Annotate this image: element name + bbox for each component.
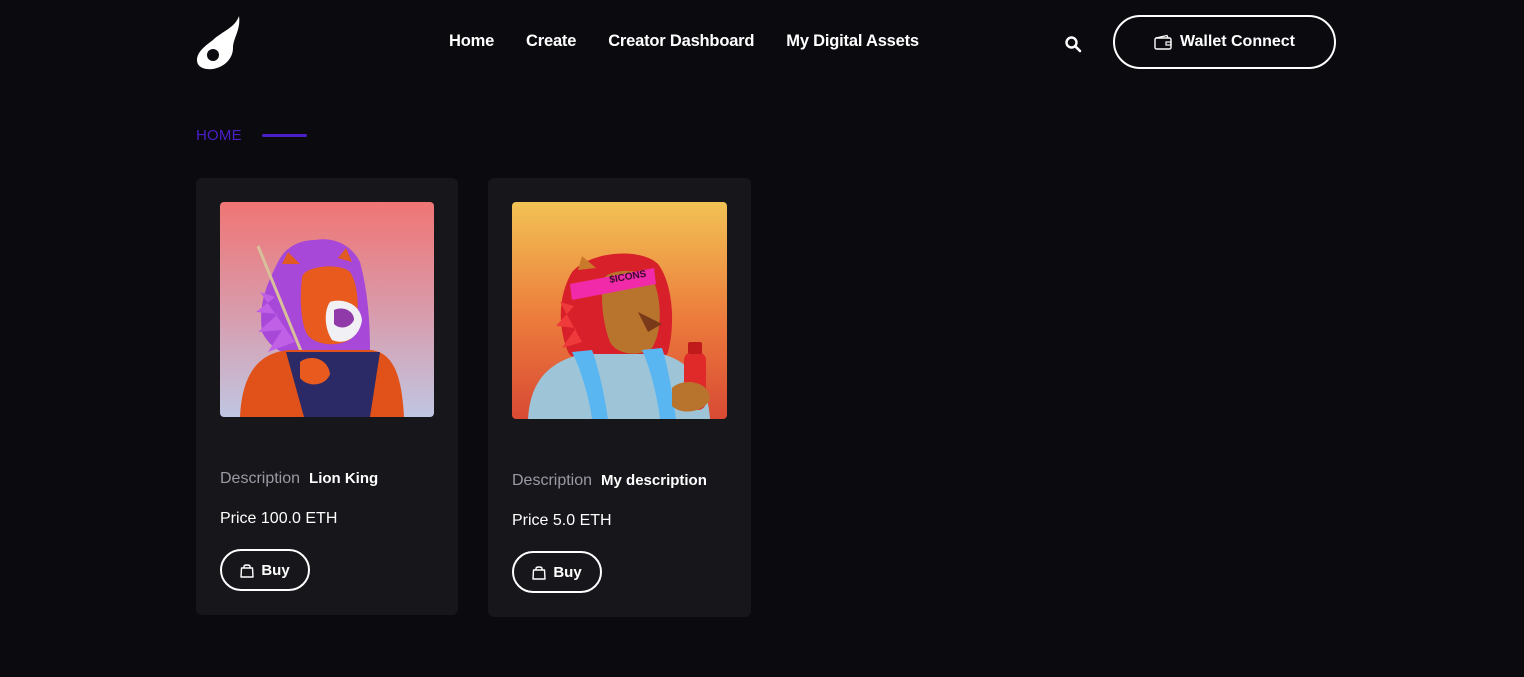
wallet-icon [1154, 34, 1172, 50]
buy-button[interactable]: Buy [512, 551, 602, 593]
buy-button[interactable]: Buy [220, 549, 310, 591]
search-icon [1065, 36, 1082, 53]
description-value: Lion King [309, 470, 379, 487]
buy-label: Buy [261, 561, 290, 579]
price-text: Price 5.0 ETH [512, 512, 612, 529]
nft-card: Description Lion King Price 100.0 ETH Bu… [196, 178, 458, 615]
main-nav: Home Create Creator Dashboard My Digital… [449, 31, 919, 51]
nav-my-digital-assets[interactable]: My Digital Assets [786, 31, 919, 51]
description-row: Description Lion King [220, 470, 378, 488]
description-label: Description [220, 470, 301, 487]
shopping-bag-icon [240, 563, 255, 578]
wallet-connect-button[interactable]: Wallet Connect [1113, 15, 1336, 69]
nav-create[interactable]: Create [526, 31, 576, 51]
description-row: Description My description [512, 472, 707, 490]
description-value: My description [601, 472, 707, 489]
description-label: Description [512, 472, 593, 489]
buy-label: Buy [553, 563, 582, 581]
breadcrumb: HOME [196, 127, 307, 144]
search-button[interactable] [1064, 35, 1082, 53]
nft-image[interactable] [220, 202, 434, 417]
shopping-bag-icon [532, 565, 547, 580]
lion-red-mane-headband-artwork: $ICONS [512, 202, 727, 419]
breadcrumb-label: HOME [196, 127, 242, 144]
lion-purple-mane-artwork [220, 202, 434, 417]
wallet-connect-label: Wallet Connect [1180, 33, 1295, 50]
nav-creator-dashboard[interactable]: Creator Dashboard [608, 31, 754, 51]
nft-card: $ICONS Description My description Price … [488, 178, 751, 617]
nft-image[interactable]: $ICONS [512, 202, 727, 419]
flame-drop-logo-icon [197, 16, 240, 70]
nav-home[interactable]: Home [449, 31, 494, 51]
price-text: Price 100.0 ETH [220, 510, 338, 527]
breadcrumb-underline [261, 134, 307, 137]
brand-logo[interactable] [195, 14, 243, 70]
